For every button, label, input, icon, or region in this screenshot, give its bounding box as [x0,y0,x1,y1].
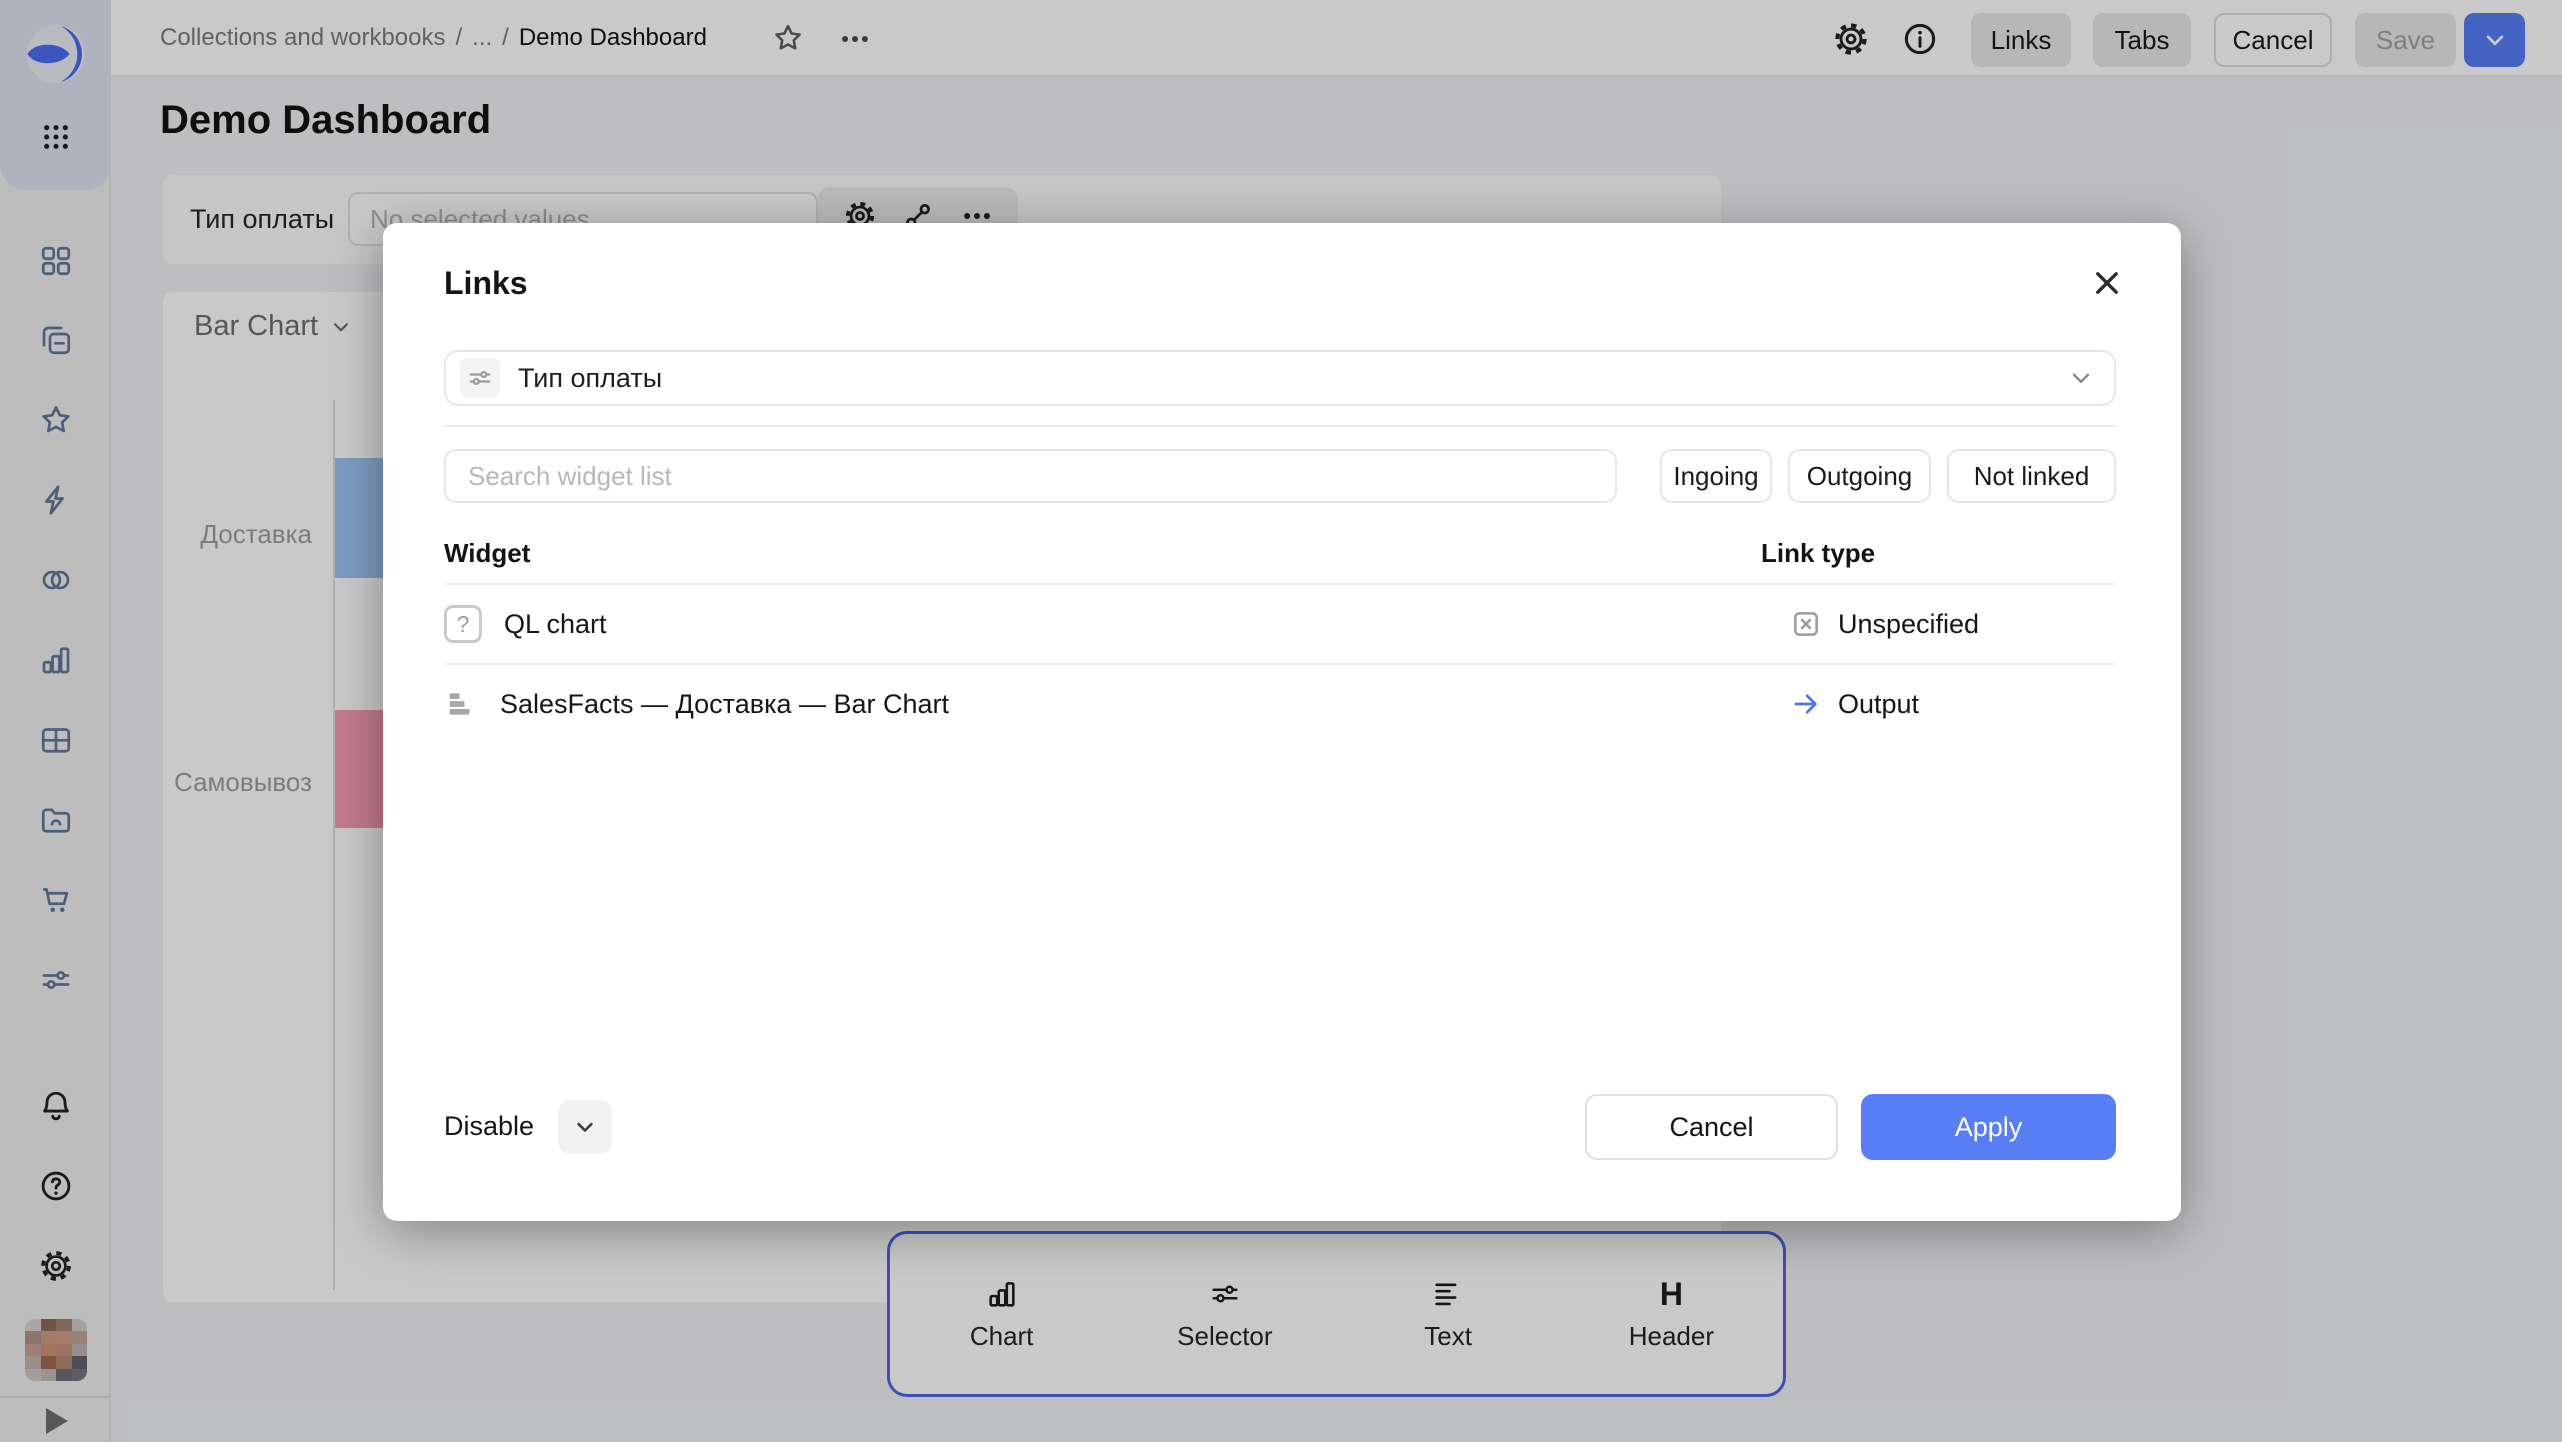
dialog-cancel-button[interactable]: Cancel [1585,1094,1838,1160]
dialog-title: Links [444,265,528,302]
widget-name: SalesFacts — Доставка — Bar Chart [500,689,949,720]
selector-dropdown-value: Тип оплаты [518,363,662,394]
chevron-down-icon [571,1113,599,1141]
cross-square-icon [1790,608,1822,640]
widget-column-header: Widget [444,538,530,569]
link-type-value: Output [1838,689,1919,720]
arrow-right-icon [1790,688,1822,720]
close-icon[interactable] [2083,259,2131,307]
link-type-column-header: Link type [1761,538,1875,569]
disable-menu-button[interactable] [558,1100,612,1154]
screen: Collections and workbooks / ... / Demo D… [0,0,2562,1442]
links-dialog: Links Тип оплаты Ingoing Outgoing [383,223,2181,1221]
not-linked-filter-button[interactable]: Not linked [1947,449,2116,503]
dialog-apply-button[interactable]: Apply [1861,1094,2116,1160]
selector-dropdown[interactable]: Тип оплаты [444,350,2116,406]
divider [444,425,2116,427]
sliders-icon [460,358,500,398]
search-widget-input[interactable] [444,449,1617,503]
outgoing-filter-button[interactable]: Outgoing [1788,449,1931,503]
widget-name: QL chart [504,609,607,640]
chevron-down-icon [2066,363,2096,393]
table-row[interactable]: ? QL chart Unspecified [444,585,2116,663]
table-row[interactable]: SalesFacts — Доставка — Bar Chart Output [444,665,2116,743]
disable-label[interactable]: Disable [444,1111,534,1142]
link-type-value: Unspecified [1838,609,1979,640]
chart-rows-icon [444,687,478,721]
question-square-icon: ? [444,605,482,643]
ingoing-filter-button[interactable]: Ingoing [1660,449,1772,503]
